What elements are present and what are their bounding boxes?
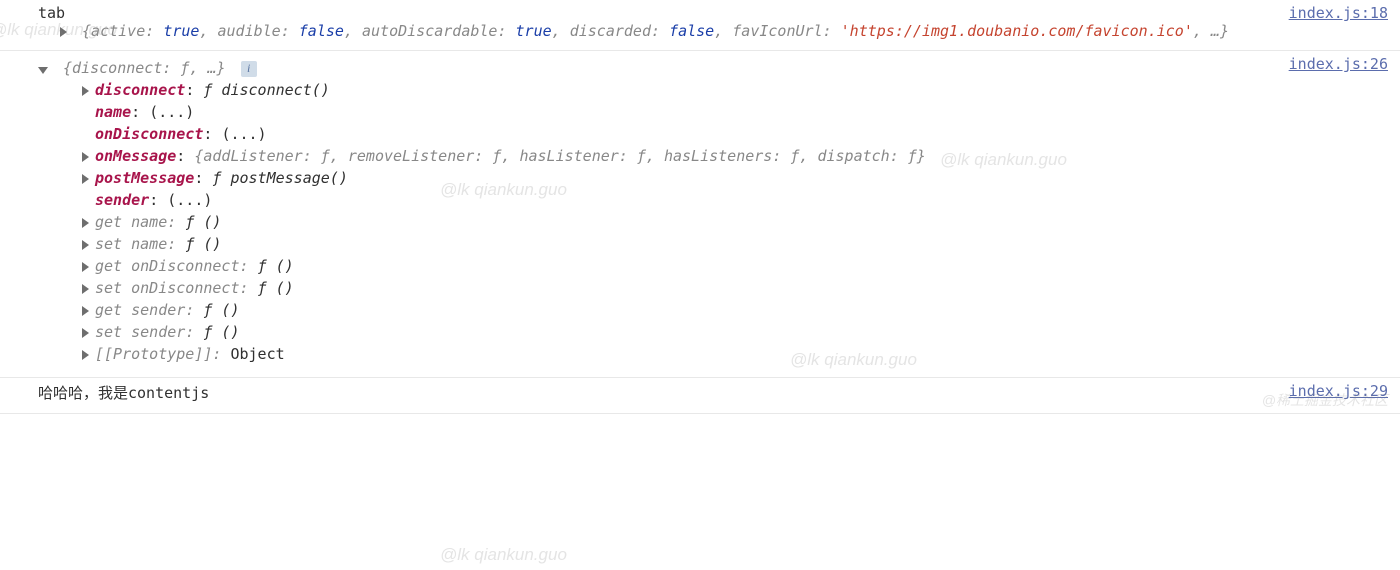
- property-value: (...): [167, 191, 212, 209]
- property-row: disconnect: ƒ disconnect(): [82, 81, 1390, 99]
- property-value: (...): [221, 125, 266, 143]
- expand-icon[interactable]: [82, 174, 89, 184]
- property-row: [[Prototype]]: Object: [82, 345, 1390, 363]
- property-row: onMessage: {addListener: ƒ, removeListen…: [82, 147, 1390, 165]
- object-header: {disconnect: ƒ, …} i: [38, 59, 1390, 77]
- source-link[interactable]: index.js:26: [1289, 55, 1388, 73]
- property-value: ƒ postMessage(): [212, 169, 347, 187]
- object-summary: {disconnect: ƒ, …}: [63, 59, 226, 77]
- property-key: get sender: [95, 301, 185, 319]
- property-value: ƒ (): [258, 257, 294, 275]
- source-link[interactable]: index.js:29: [1289, 382, 1388, 400]
- property-row: postMessage: ƒ postMessage(): [82, 169, 1390, 187]
- property-value: ƒ (): [185, 213, 221, 231]
- console-entry-object: index.js:26 {disconnect: ƒ, …} i disconn…: [0, 51, 1400, 378]
- property-row: onDisconnect: (...): [82, 125, 1390, 143]
- property-value: (...): [149, 103, 194, 121]
- property-key: onDisconnect: [95, 125, 203, 143]
- property-key: set sender: [95, 323, 185, 341]
- property-row: get sender: ƒ (): [82, 301, 1390, 319]
- expand-icon[interactable]: [82, 328, 89, 338]
- object-preview: {active: true, audible: false, autoDisca…: [60, 22, 1390, 40]
- expand-icon[interactable]: [82, 284, 89, 294]
- expand-icon[interactable]: [82, 350, 89, 360]
- property-key: get onDisconnect: [95, 257, 240, 275]
- console-entry-text: index.js:29 哈哈哈，我是contentjs: [0, 378, 1400, 414]
- watermark: @lk qiankun.guo: [440, 545, 567, 565]
- property-row: get name: ƒ (): [82, 213, 1390, 231]
- expand-icon[interactable]: [82, 306, 89, 316]
- expand-icon[interactable]: [82, 262, 89, 272]
- property-key: postMessage: [95, 169, 194, 187]
- property-key: set name: [95, 235, 167, 253]
- expand-icon[interactable]: [82, 218, 89, 228]
- expand-icon[interactable]: [82, 152, 89, 162]
- info-icon[interactable]: i: [241, 61, 257, 77]
- property-key: name: [95, 103, 131, 121]
- expand-icon[interactable]: [60, 27, 67, 37]
- property-row: set name: ƒ (): [82, 235, 1390, 253]
- property-value: {addListener: ƒ, removeListener: ƒ, hasL…: [194, 147, 926, 165]
- property-row: get onDisconnect: ƒ (): [82, 257, 1390, 275]
- property-value: Object: [230, 345, 284, 363]
- property-row: set onDisconnect: ƒ (): [82, 279, 1390, 297]
- collapse-icon[interactable]: [38, 67, 48, 74]
- property-row: name: (...): [82, 103, 1390, 121]
- property-key: set onDisconnect: [95, 279, 240, 297]
- property-row: sender: (...): [82, 191, 1390, 209]
- console-entry-tab: index.js:18 tab {active: true, audible: …: [0, 0, 1400, 51]
- property-key: [[Prototype]]: [95, 345, 212, 363]
- source-link[interactable]: index.js:18: [1289, 4, 1388, 22]
- property-key: disconnect: [95, 81, 185, 99]
- property-key: onMessage: [95, 147, 176, 165]
- expand-icon[interactable]: [82, 240, 89, 250]
- property-list: disconnect: ƒ disconnect() name: (...) onD…: [38, 81, 1390, 363]
- property-value: ƒ disconnect(): [203, 81, 329, 99]
- log-text: tab: [38, 4, 65, 22]
- property-key: sender: [95, 191, 149, 209]
- property-value: ƒ (): [203, 301, 239, 319]
- property-key: get name: [95, 213, 167, 231]
- log-text: 哈哈哈，我是contentjs: [38, 384, 209, 402]
- expand-icon[interactable]: [82, 86, 89, 96]
- property-value: ƒ (): [185, 235, 221, 253]
- property-row: set sender: ƒ (): [82, 323, 1390, 341]
- property-value: ƒ (): [203, 323, 239, 341]
- property-value: ƒ (): [258, 279, 294, 297]
